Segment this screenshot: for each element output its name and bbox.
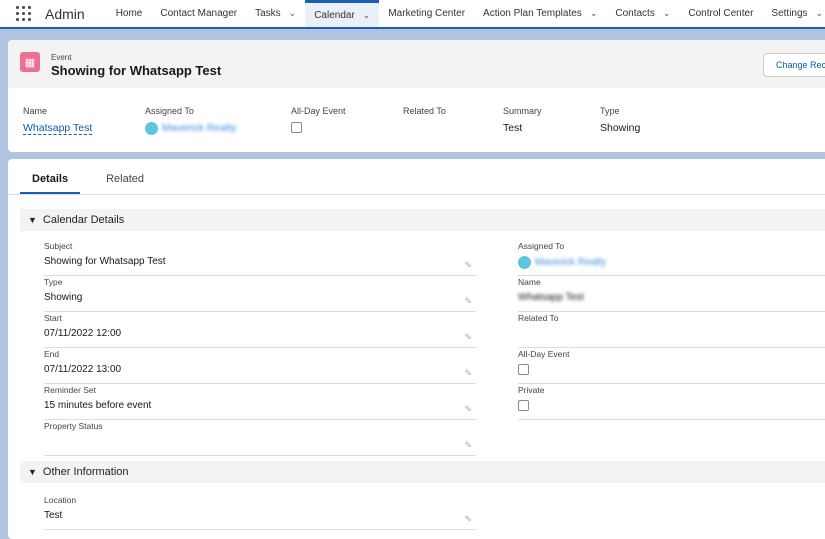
field-label: Location — [44, 495, 77, 505]
name-link[interactable]: Whatsapp Test — [518, 292, 825, 303]
field-subject: Subject Showing for Whatsapp Test ✎ — [44, 241, 476, 276]
chevron-down-icon: ▼ — [28, 215, 37, 225]
hl-type-value: Showing — [600, 122, 641, 134]
chevron-down-icon[interactable]: ⌄ — [590, 8, 598, 19]
edit-pencil-icon[interactable]: ✎ — [464, 260, 472, 271]
nav-item-label: Contacts — [615, 8, 655, 19]
location-value: Test — [44, 510, 63, 521]
hl-assigned-label: Assigned To — [145, 106, 194, 116]
edit-pencil-icon[interactable]: ✎ — [464, 368, 472, 379]
chevron-down-icon[interactable]: ⌄ — [363, 10, 371, 21]
app-name: Admin — [45, 5, 85, 22]
section-calendar-details[interactable]: ▼ Calendar Details — [20, 209, 825, 231]
field-label: Private — [518, 385, 545, 395]
hl-allday-checkbox[interactable] — [291, 122, 302, 133]
private-checkbox[interactable] — [518, 400, 529, 411]
nav-item-label: Marketing Center — [388, 8, 466, 19]
tab-related[interactable]: Related — [94, 159, 156, 194]
nav-item-label: Action Plan Templates — [483, 8, 582, 19]
tab-details[interactable]: Details — [20, 159, 81, 194]
nav-item-label: Home — [115, 8, 143, 19]
hl-related-label: Related To — [403, 106, 446, 116]
field-label: Reminder Set — [44, 385, 96, 395]
section-other-information[interactable]: ▼ Other Information — [20, 461, 825, 483]
nav-item-label: Tasks — [255, 8, 281, 19]
hl-assigned-link[interactable]: Maverick Realty — [162, 122, 237, 134]
field-value: 15 minutes before event — [44, 400, 152, 411]
field-property-status: Property Status ✎ — [44, 421, 476, 456]
hl-summary-label: Summary — [503, 106, 542, 116]
field-start: Start 07/11/2022 12:00 ✎ — [44, 313, 476, 348]
avatar — [145, 122, 158, 135]
field-label: All-Day Event — [518, 349, 570, 359]
chevron-down-icon[interactable]: ⌄ — [663, 8, 671, 19]
avatar — [518, 256, 531, 269]
calendar-event-icon: ▦ — [20, 52, 40, 72]
nav-item-settings[interactable]: Settings ⌄ — [762, 0, 825, 27]
nav-item-label: Settings — [771, 8, 808, 19]
edit-pencil-icon[interactable]: ✎ — [464, 332, 472, 343]
hl-name-label: Name — [23, 106, 48, 116]
nav-item-label: Calendar — [314, 9, 355, 21]
top-nav: Admin Home Contact Manager Tasks ⌄ Calendar ⌄… — [0, 0, 825, 29]
app-launcher-icon[interactable] — [16, 5, 31, 22]
hl-type-label: Type — [600, 106, 620, 116]
change-record-type-button[interactable]: Change Record Type — [763, 53, 825, 77]
field-value: Showing — [44, 292, 83, 303]
record-body: Details Related ▼ Calendar Details Subjec… — [8, 159, 825, 539]
nav-item-calendar[interactable]: Calendar ⌄ — [305, 0, 380, 27]
chevron-down-icon: ▼ — [28, 467, 37, 477]
field-value: Showing for Whatsapp Test — [44, 256, 166, 267]
assigned-link[interactable]: Maverick Realty — [535, 257, 606, 268]
field-reminder-set: Reminder Set 15 minutes before event ✎ — [44, 385, 476, 420]
nav-item-label: Control Center — [688, 8, 754, 19]
field-label: Assigned To — [518, 241, 565, 251]
chevron-down-icon[interactable]: ⌄ — [816, 8, 824, 19]
chevron-down-icon[interactable]: ⌄ — [289, 8, 297, 19]
field-label: Property Status — [44, 421, 103, 431]
allday-checkbox[interactable] — [518, 364, 529, 375]
hl-allday-label: All-Day Event — [291, 106, 346, 116]
nav-item-control-center[interactable]: Control Center — [679, 0, 762, 27]
field-type: Type Showing ✎ — [44, 277, 476, 312]
edit-pencil-icon[interactable]: ✎ — [464, 514, 472, 525]
field-label: Related To — [518, 313, 559, 323]
section-title: Calendar Details — [42, 214, 125, 226]
edit-pencil-icon[interactable]: ✎ — [464, 296, 472, 307]
field-value: 07/11/2022 13:00 — [44, 364, 122, 375]
nav-item-action-plan-templates[interactable]: Action Plan Templates ⌄ — [474, 0, 606, 27]
hl-summary-value: Test — [503, 122, 523, 134]
nav-item-marketing-center[interactable]: Marketing Center — [379, 0, 474, 27]
section-title: Other Information — [42, 466, 129, 478]
field-label: End — [44, 349, 60, 359]
object-label: Event — [51, 53, 72, 62]
field-label: Start — [44, 313, 62, 323]
nav-item-contacts[interactable]: Contacts ⌄ — [606, 0, 679, 27]
field-label: Subject — [44, 241, 73, 251]
edit-pencil-icon[interactable]: ✎ — [464, 404, 472, 415]
page-title: Showing for Whatsapp Test — [51, 63, 222, 78]
nav-item-tasks[interactable]: Tasks ⌄ — [246, 0, 305, 27]
record-header: ▦ Event Showing for Whatsapp Test Change… — [8, 40, 825, 152]
field-label: Name — [518, 277, 541, 287]
nav-item-label: Contact Manager — [160, 8, 238, 19]
hl-name-link[interactable]: Whatsapp Test — [23, 122, 93, 135]
field-label: Type — [44, 277, 63, 287]
edit-pencil-icon[interactable]: ✎ — [464, 440, 472, 451]
field-end: End 07/11/2022 13:00 ✎ — [44, 349, 476, 384]
nav-item-home[interactable]: Home — [107, 0, 152, 27]
nav-item-contact-manager[interactable]: Contact Manager — [151, 0, 246, 27]
field-value: 07/11/2022 12:00 — [44, 328, 122, 339]
